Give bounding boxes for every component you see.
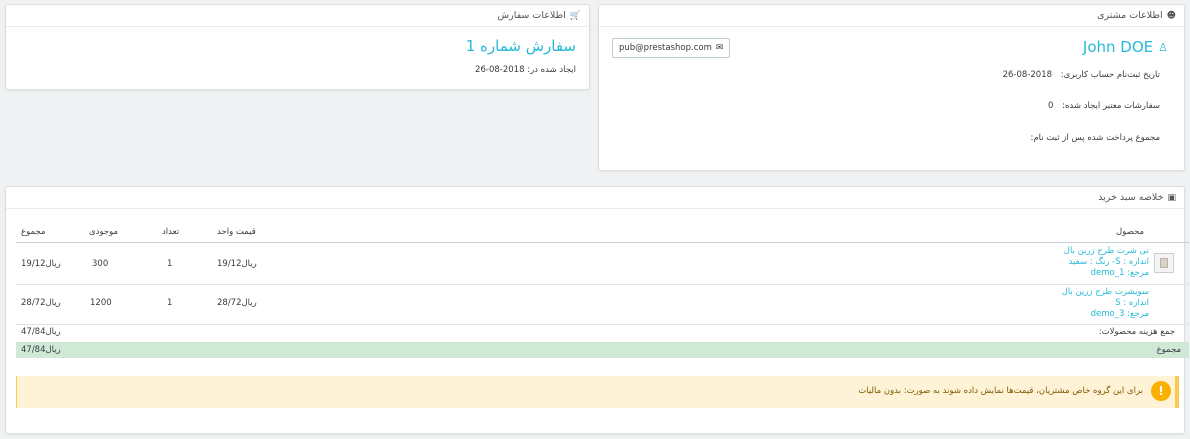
order-panel-header: 🛒 اطلاعات سفارش <box>6 5 589 27</box>
col-stock: موجودی <box>89 227 119 237</box>
header-divider <box>16 242 1189 243</box>
product-thumbnail <box>1154 253 1174 273</box>
alert-accent-bar <box>1175 376 1179 408</box>
cart-panel-header: ▣ خلاصه سبد خرید <box>6 187 1184 209</box>
customer-panel-header: ☻ اطلاعات مشتری <box>599 5 1184 27</box>
valid-orders-label: سفارشات معتبر ایجاد شده: <box>1062 101 1160 111</box>
row-total: ریال19/12 <box>21 259 61 269</box>
order-created-value: 2018-08-26 <box>475 65 525 75</box>
order-number-link[interactable]: سفارش شماره 1 <box>466 37 576 55</box>
total-spent-label: مجموع پرداخت شده پس از ثبت نام: <box>1030 133 1161 143</box>
valid-orders-value: 0 <box>1047 101 1054 111</box>
archive-icon: ▣ <box>1167 192 1176 203</box>
product-reference: مرجع: demo_1 <box>1090 268 1149 278</box>
row-total: ریال28/72 <box>21 298 61 308</box>
product-name-link[interactable]: تی شرت طرح زرین بال <box>1064 246 1149 257</box>
user-icon: ☻ <box>1166 10 1176 21</box>
customer-name: John DOE <box>1082 38 1154 56</box>
product-reference: مرجع: demo_3 <box>1090 309 1149 319</box>
col-product: محصول <box>1116 227 1144 237</box>
male-icon: ♙ <box>1158 40 1168 54</box>
email-button[interactable]: pub@prestashop.com ✉ <box>612 38 731 58</box>
cart-icon: 🛒 <box>569 10 581 21</box>
row-quantity: 1 <box>167 298 173 308</box>
row-unit-price: ریال28/72 <box>217 298 257 308</box>
subtotal-label: جمع هزینه محصولات: <box>1098 327 1175 337</box>
total-row: مجموع ریال47/84 <box>16 342 1189 358</box>
total-label: مجموع <box>1156 345 1181 355</box>
cart-panel-title: خلاصه سبد خرید <box>1098 192 1164 203</box>
product-attributes: اندازه : S- رنگ : سفید <box>1068 257 1149 267</box>
order-created: ایجاد شده در: 2018-08-26 <box>475 65 576 75</box>
table-row: تی شرت طرح زرین بال اندازه : S- رنگ : سف… <box>1064 246 1149 279</box>
col-quantity: تعداد <box>162 227 180 237</box>
product-name-link[interactable]: سویشرت طرح زرین بال <box>1062 287 1149 298</box>
order-panel-title: اطلاعات سفارش <box>497 10 566 21</box>
total-spent-row: مجموع پرداخت شده پس از ثبت نام: <box>1025 133 1161 143</box>
exclamation-icon: ! <box>1151 381 1171 401</box>
envelope-icon: ✉ <box>715 43 724 53</box>
table-row: سویشرت طرح زرین بال اندازه : S مرجع: dem… <box>1062 287 1149 320</box>
total-value: ریال47/84 <box>21 345 61 355</box>
row-divider <box>16 284 1189 285</box>
cart-summary-panel: ▣ خلاصه سبد خرید محصول قیمت واحد تعداد م… <box>5 186 1189 434</box>
registration-date-value: 2018-08-26 <box>1002 70 1053 80</box>
alert-text: برای این گروه خاص مشتریان، قیمت‌ها نمایش… <box>858 386 1143 396</box>
row-quantity: 1 <box>167 259 173 269</box>
row-unit-price: ریال19/12 <box>217 259 257 269</box>
registration-date-label: تاریخ ثبت‌نام حساب کاربری: <box>1060 70 1160 80</box>
registration-date-row: تاریخ ثبت‌نام حساب کاربری: 2018-08-26 <box>1003 70 1160 80</box>
col-total: مجموع <box>21 227 46 237</box>
order-created-label: ایجاد شده در: <box>527 65 576 75</box>
valid-orders-row: سفارشات معتبر ایجاد شده: 0 <box>1048 101 1160 111</box>
order-panel: 🛒 اطلاعات سفارش سفارش شماره 1 ایجاد شده … <box>5 4 590 90</box>
customer-panel: ☻ اطلاعات مشتری ♙ John DOE pub@prestasho… <box>598 4 1185 171</box>
row-stock: 300 <box>92 259 109 269</box>
row-stock: 1200 <box>90 298 112 308</box>
tax-display-alert: ! برای این گروه خاص مشتریان، قیمت‌ها نما… <box>16 376 1179 408</box>
email-address: pub@prestashop.com <box>619 43 712 53</box>
row-divider <box>16 324 1189 325</box>
col-unit-price: قیمت واحد <box>217 227 256 237</box>
customer-name-link[interactable]: ♙ John DOE <box>1083 38 1168 56</box>
customer-panel-title: اطلاعات مشتری <box>1097 10 1163 21</box>
subtotal-value: ریال47/84 <box>21 327 61 337</box>
product-attributes: اندازه : S <box>1115 298 1149 308</box>
